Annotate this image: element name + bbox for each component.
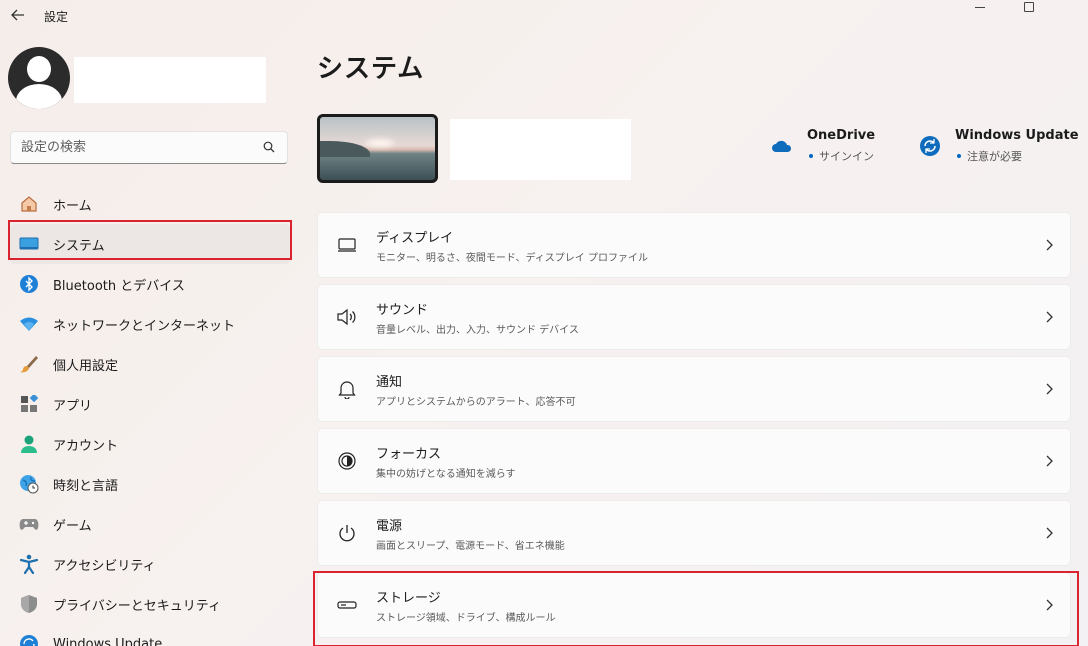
settings-card-list: ディスプレイ モニター、明るさ、夜間モード、ディスプレイ プロファイル サウンド… — [313, 212, 1079, 646]
maximize-button[interactable] — [1009, 0, 1049, 14]
power-icon — [336, 522, 358, 544]
device-wallpaper-thumbnail[interactable] — [317, 114, 438, 183]
sidebar-item-label: ネットワークとインターネット — [53, 318, 236, 334]
sidebar-item-label: アプリ — [53, 398, 93, 414]
card-focus[interactable]: フォーカス 集中の妨げとなる通知を減らす — [317, 428, 1071, 494]
app-title: 設定 — [44, 10, 69, 24]
card-storage[interactable]: ストレージ ストレージ領域、ドライブ、構成ルール — [313, 571, 1079, 646]
card-subtitle: 集中の妨げとなる通知を減らす — [376, 468, 516, 480]
sidebar-item-label: システム — [53, 238, 105, 254]
sidebar-item-accounts[interactable]: アカウント — [10, 424, 290, 464]
sidebar-item-label: Windows Update — [53, 636, 163, 646]
gamepad-icon — [18, 513, 40, 535]
sidebar-item-label: 時刻と言語 — [53, 478, 119, 494]
windows-update-status-text[interactable]: 注意が必要 — [967, 150, 1022, 163]
storage-icon — [336, 594, 358, 616]
search-input[interactable] — [11, 132, 251, 163]
title-bar: 設定 — [0, 0, 1088, 32]
avatar[interactable] — [8, 47, 70, 109]
sidebar-item-accessibility[interactable]: アクセシビリティ — [10, 544, 290, 584]
update-icon — [18, 633, 40, 646]
sidebar-item-windows-update[interactable]: Windows Update — [10, 624, 290, 646]
card-power[interactable]: 電源 画面とスリープ、電源モード、省エネ機能 — [317, 500, 1071, 566]
card-title: フォーカス — [376, 446, 442, 462]
shield-icon — [18, 593, 40, 615]
sidebar-item-apps[interactable]: アプリ — [10, 384, 290, 424]
card-subtitle: ストレージ領域、ドライブ、構成ルール — [376, 612, 556, 624]
user-name-redacted — [74, 57, 266, 103]
search-icon[interactable] — [263, 141, 275, 153]
chevron-right-icon — [1046, 383, 1053, 395]
person-icon — [18, 433, 40, 455]
home-icon — [18, 193, 40, 215]
chevron-right-icon — [1046, 311, 1053, 323]
minimize-button[interactable] — [960, 0, 1000, 14]
speaker-icon — [336, 306, 358, 328]
apps-icon — [18, 393, 40, 415]
card-subtitle: モニター、明るさ、夜間モード、ディスプレイ プロファイル — [376, 252, 648, 264]
focus-icon — [336, 450, 358, 472]
search-box[interactable] — [10, 131, 288, 164]
card-subtitle: 音量レベル、出力、入力、サウンド デバイス — [376, 324, 579, 336]
card-subtitle: 画面とスリープ、電源モード、省エネ機能 — [376, 540, 565, 552]
device-name-redacted — [450, 119, 631, 180]
sidebar-item-personalization[interactable]: 個人用設定 — [10, 344, 290, 384]
accessibility-icon — [18, 553, 40, 575]
sidebar-item-gaming[interactable]: ゲーム — [10, 504, 290, 544]
card-title: ストレージ — [376, 590, 441, 606]
bell-icon — [336, 378, 358, 400]
card-subtitle: アプリとシステムからのアラート、応答不可 — [376, 396, 576, 408]
back-arrow-icon[interactable] — [8, 4, 28, 26]
sidebar-item-label: アカウント — [53, 438, 119, 454]
card-sound[interactable]: サウンド 音量レベル、出力、入力、サウンド デバイス — [317, 284, 1071, 350]
sidebar-item-bluetooth[interactable]: Bluetooth とデバイス — [10, 264, 290, 304]
sync-icon — [918, 134, 942, 158]
minimize-icon — [975, 6, 985, 8]
maximize-icon — [1024, 2, 1034, 12]
sidebar-item-privacy[interactable]: プライバシーとセキュリティ — [10, 584, 290, 624]
sidebar-item-label: ホーム — [53, 198, 92, 214]
brush-icon — [18, 353, 40, 375]
onedrive-status[interactable]: OneDrive サインイン — [770, 128, 875, 164]
display-icon — [336, 234, 358, 256]
sidebar-item-time-language[interactable]: 時刻と言語 — [10, 464, 290, 504]
sidebar-item-label: プライバシーとセキュリティ — [53, 598, 221, 614]
windows-update-status[interactable]: Windows Update 注意が必要 — [918, 128, 1079, 164]
sidebar-item-system[interactable]: システム — [8, 220, 292, 264]
card-title: 通知 — [376, 374, 403, 390]
sidebar-item-label: ゲーム — [53, 518, 92, 534]
bluetooth-icon — [18, 273, 40, 295]
card-title: サウンド — [376, 302, 429, 318]
chevron-right-icon — [1046, 239, 1053, 251]
sidebar-nav: ホーム システム Bluetooth とデバイス ネットワークとインターネット … — [8, 184, 292, 646]
card-title: 電源 — [376, 518, 403, 534]
onedrive-title: OneDrive — [807, 128, 876, 143]
sidebar-item-label: 個人用設定 — [53, 358, 119, 374]
chevron-right-icon — [1046, 527, 1053, 539]
globe-clock-icon — [18, 473, 40, 495]
windows-update-title: Windows Update — [955, 128, 1079, 143]
card-title: ディスプレイ — [376, 230, 454, 246]
sidebar-item-network[interactable]: ネットワークとインターネット — [10, 304, 290, 344]
page-title: システム — [317, 54, 425, 84]
sidebar-item-label: Bluetooth とデバイス — [53, 278, 185, 294]
sidebar-item-label: アクセシビリティ — [53, 558, 156, 574]
sidebar-item-home[interactable]: ホーム — [10, 184, 290, 224]
wifi-icon — [18, 313, 40, 335]
onedrive-status-text[interactable]: サインイン — [819, 150, 874, 163]
chevron-right-icon — [1046, 599, 1053, 611]
card-notifications[interactable]: 通知 アプリとシステムからのアラート、応答不可 — [317, 356, 1071, 422]
cloud-icon — [770, 134, 794, 158]
monitor-icon — [18, 233, 40, 255]
chevron-right-icon — [1046, 455, 1053, 467]
card-display[interactable]: ディスプレイ モニター、明るさ、夜間モード、ディスプレイ プロファイル — [317, 212, 1071, 278]
